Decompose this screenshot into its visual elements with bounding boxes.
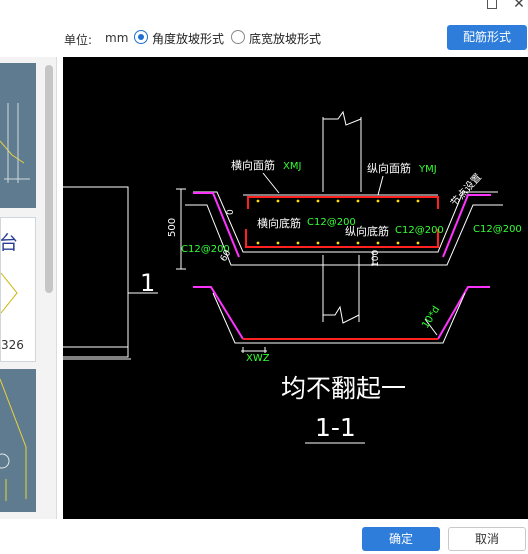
- drawing-canvas[interactable]: 1 XWZ 10*d 500 C12@200 0 60 100 横向面筋 XMJ…: [63, 57, 528, 519]
- right-spec-label: C12@200: [473, 224, 522, 235]
- unit-value: mm: [105, 31, 129, 45]
- rebar-drawing: 1 XWZ 10*d 500 C12@200 0 60 100 横向面筋 XMJ…: [63, 110, 522, 444]
- thumbnail-item[interactable]: [0, 369, 36, 512]
- thumbnail-drawing: [0, 378, 27, 501]
- lower-slope-bar-left: [193, 286, 244, 340]
- rebar-config-button[interactable]: 配筋形式: [447, 25, 527, 50]
- longitudinal-top-code: YMJ: [418, 164, 437, 175]
- radio-bottom-width-slope-label[interactable]: 底宽放坡形式: [249, 30, 321, 47]
- node-setting-label[interactable]: 节点设置: [448, 171, 484, 209]
- ok-button[interactable]: 确定: [362, 527, 440, 551]
- restore-icon[interactable]: [487, 0, 497, 9]
- title-bar: ✕: [0, 0, 528, 22]
- top-rebar: [247, 196, 439, 209]
- thumbnail-panel: 台 326: [0, 57, 57, 519]
- height-dim-label: 500: [167, 218, 178, 237]
- unit-label: 单位:: [64, 33, 93, 47]
- section-title: 1-1: [315, 413, 356, 442]
- thumbnail-item[interactable]: 台 326: [0, 217, 36, 362]
- no-bend-note: 均不翻起一: [281, 374, 406, 403]
- thumbnail-text-bottom: 326: [1, 338, 24, 352]
- longitudinal-bottom-label: 纵向底筋: [345, 224, 389, 238]
- thumbnail-item[interactable]: [0, 63, 36, 208]
- hundred-dim-label: 100: [371, 250, 381, 267]
- dialog-root: ✕ 单位: mm 角度放坡形式 底宽放坡形式 配筋形式 台 326 1 XWZ …: [0, 0, 528, 554]
- scrollbar-thumb[interactable]: [45, 65, 53, 293]
- thumbnail-drawing: [0, 103, 30, 183]
- radio-angle-slope-label[interactable]: 角度放坡形式: [152, 30, 224, 47]
- transverse-top-code: XMJ: [283, 161, 301, 172]
- longitudinal-bottom-spec: C12@200: [395, 225, 444, 236]
- xwz-label: XWZ: [246, 353, 270, 364]
- longitudinal-top-label: 纵向面筋: [367, 161, 411, 175]
- transverse-bottom-label: 横向底筋: [257, 216, 301, 230]
- radio-angle-slope[interactable]: [134, 30, 148, 44]
- radio-bottom-width-slope[interactable]: [231, 30, 245, 44]
- zero-dim-label: 0: [226, 209, 236, 215]
- transverse-top-label: 横向面筋: [231, 158, 275, 172]
- close-icon[interactable]: ✕: [512, 0, 526, 11]
- section-number-label: 1: [140, 269, 155, 297]
- neighbor-outline: [63, 186, 129, 358]
- cancel-button[interactable]: 取消: [448, 527, 526, 551]
- ten-d-label: 10*d: [420, 304, 442, 330]
